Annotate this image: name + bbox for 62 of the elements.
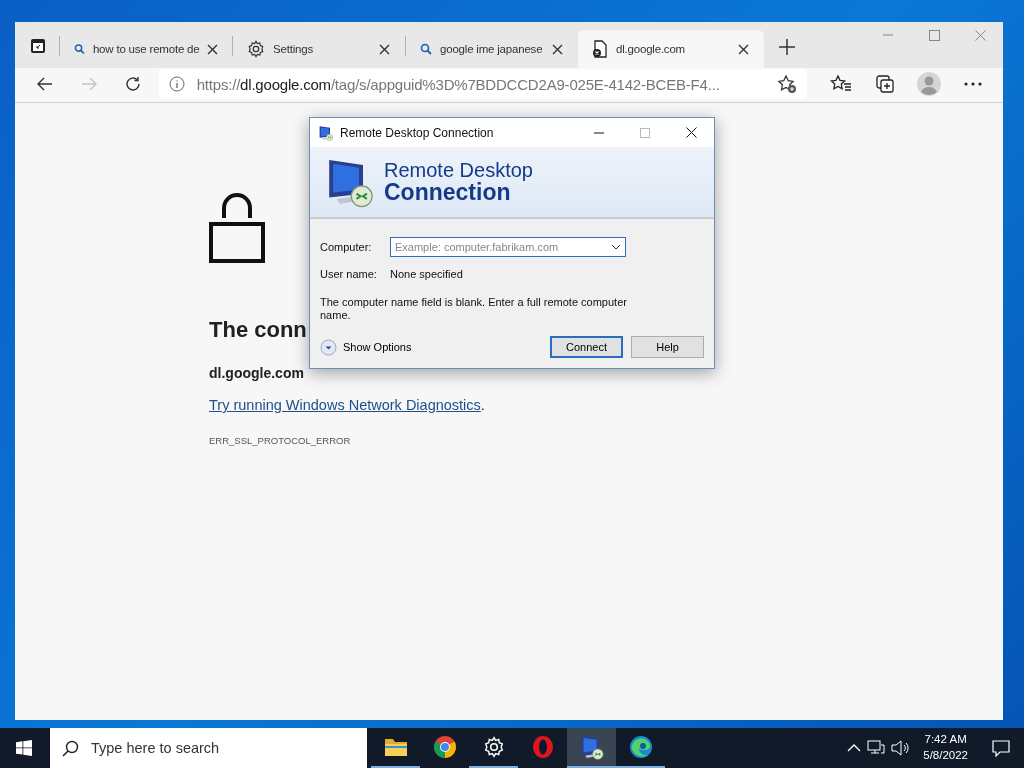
error-code: ERR_SSL_PROTOCOL_ERROR — [209, 435, 351, 446]
dialog-button[interactable]: Help — [631, 336, 704, 359]
opera-icon — [530, 735, 555, 759]
avatar-icon[interactable] — [917, 72, 941, 96]
url-text: https://dl.google.com/tag/s/appguid%3D%7BDDCCD2A9-025E-4142-BCEB-F4... — [196, 75, 721, 93]
chrome-icon — [432, 735, 457, 759]
add-favorite-icon[interactable] — [777, 74, 797, 94]
app-icon — [318, 124, 334, 141]
more-icon[interactable] — [964, 82, 982, 86]
minimize-icon[interactable] — [594, 131, 604, 134]
close-icon[interactable] — [738, 43, 749, 55]
notification-icon[interactable] — [992, 739, 1010, 757]
address-bar[interactable]: https://dl.google.com/tag/s/appguid%3D%7BDDCCD2A9-025E-4142-BCEB-F4... — [158, 69, 807, 99]
taskbar-search-box[interactable]: Type here to search — [50, 728, 367, 768]
new-tab-icon[interactable] — [776, 36, 798, 58]
folder-icon — [383, 737, 408, 757]
refresh-icon[interactable] — [123, 75, 142, 93]
error-host: dl.google.com — [209, 365, 304, 381]
error-heading: The conn — [209, 317, 307, 343]
broken-page-icon — [592, 40, 608, 58]
close-icon[interactable] — [685, 127, 697, 138]
search-icon — [62, 739, 79, 757]
maximize-icon — [640, 127, 650, 138]
tab-actions-icon[interactable] — [29, 37, 47, 55]
close-icon[interactable] — [552, 43, 563, 55]
settings-icon — [247, 40, 265, 58]
browser-tab[interactable]: how to use remote de — [60, 30, 232, 68]
computer-label: Computer: — [320, 241, 373, 253]
dropdown-icon[interactable] — [611, 244, 621, 250]
banner-subtitle: Connection — [384, 181, 511, 204]
edge-icon — [628, 735, 653, 759]
close-icon[interactable] — [379, 43, 390, 55]
clock-date[interactable]: 5/8/2022 — [923, 748, 968, 764]
info-icon[interactable] — [168, 76, 185, 92]
windows-logo-icon[interactable] — [16, 740, 32, 756]
unlocked-padlock-icon — [209, 191, 265, 263]
clock-time[interactable]: 7:42 AM — [924, 732, 967, 748]
browser-tab[interactable]: google ime japanese — [406, 30, 578, 68]
settings-icon — [482, 736, 505, 758]
taskbar-app[interactable] — [567, 728, 616, 768]
maximize-icon[interactable] — [928, 29, 940, 41]
search-input[interactable]: Type here to search — [89, 739, 367, 757]
collections-icon[interactable] — [875, 74, 895, 94]
dialog-title: Remote Desktop Connection — [340, 125, 494, 140]
search-icon — [420, 43, 432, 55]
diagnostics-sentence: Try running Windows Network Diagnostics. — [209, 397, 485, 413]
dialog-button[interactable]: Connect — [550, 336, 623, 359]
volume-icon[interactable] — [891, 740, 912, 756]
user-name-value: None specified — [390, 268, 463, 280]
search-icon — [74, 43, 85, 55]
diagnostics-link[interactable]: Try running Windows Network Diagnostics — [209, 397, 481, 413]
computer-combo-box[interactable]: Example: computer.fabrikam.com — [390, 237, 626, 257]
show-options-button[interactable]: Show Options — [320, 338, 412, 356]
chevron-up-icon[interactable] — [847, 743, 862, 753]
close-icon[interactable] — [207, 43, 219, 55]
user-name-label: User name: — [320, 268, 378, 280]
back-icon[interactable] — [35, 75, 54, 93]
favorites-icon[interactable] — [830, 74, 852, 94]
network-icon[interactable] — [867, 740, 886, 756]
blank-name-message: The computer name field is blank. Enter a full remote computer name. — [320, 296, 628, 323]
browser-tab[interactable]: dl.google.com — [578, 30, 764, 68]
browser-tab[interactable]: Settings — [233, 30, 405, 68]
